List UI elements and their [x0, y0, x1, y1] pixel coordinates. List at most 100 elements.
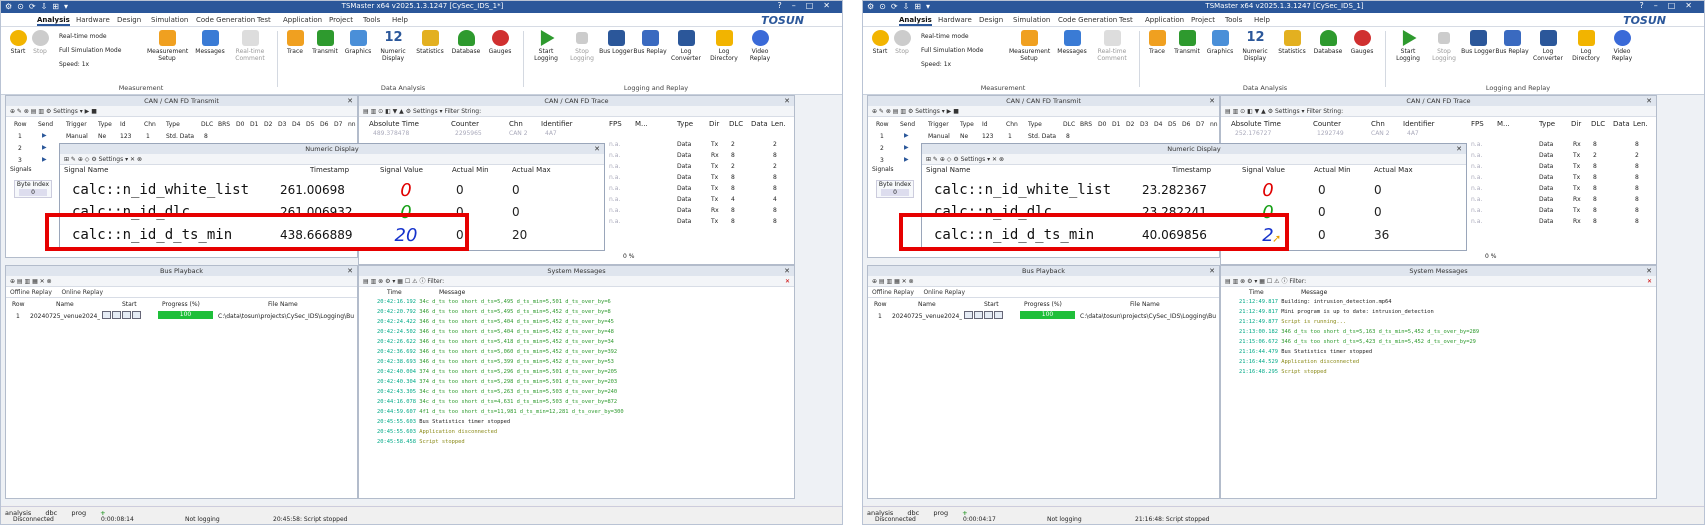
col-timestamp[interactable]: Timestamp [310, 166, 349, 174]
log-converter-button[interactable]: Log Converter [1531, 30, 1565, 62]
log-converter-button[interactable]: Log Converter [669, 30, 703, 62]
stop-button[interactable]: Stop [885, 30, 919, 55]
col-identifier[interactable]: Identifier [1403, 120, 1435, 128]
menu-test[interactable]: Test [1119, 16, 1133, 24]
col-data[interactable]: Data [1613, 120, 1630, 128]
col-signal-value[interactable]: Signal Value [380, 166, 423, 174]
row-trigger[interactable]: Manual [928, 133, 950, 140]
gauges-button[interactable]: Gauges [483, 30, 517, 55]
log-directory-button[interactable]: Log Directory [707, 30, 741, 62]
send-icon[interactable]: ▶ [904, 156, 909, 163]
close-icon[interactable]: ✕ [347, 266, 353, 276]
col-identifier[interactable]: Identifier [541, 120, 573, 128]
numeric-row[interactable]: calc::n_id_d_ts_min 438.666889 20 0 20 [64, 225, 608, 246]
col-absolute-time[interactable]: Absolute Time [369, 120, 419, 128]
numeric-row[interactable]: calc::n_id_d_ts_min 40.069856 2 0 36 [926, 225, 1470, 246]
close-icon[interactable]: ✕ [594, 144, 600, 154]
start-logging-button[interactable]: Start Logging [1391, 30, 1425, 62]
bus-replay-button[interactable]: Bus Replay [1495, 30, 1529, 55]
col-type[interactable]: Type [1539, 120, 1555, 128]
gauges-button[interactable]: Gauges [1345, 30, 1379, 55]
window-controls[interactable]: ?–□✕ [1639, 1, 1702, 10]
numeric-row[interactable]: calc::n_id_white_list 23.282367 0 0 0 [926, 180, 1470, 201]
online-replay-tab[interactable]: Online Replay [61, 289, 103, 296]
realtime-comment-button[interactable]: Real-time Comment [1093, 30, 1131, 62]
menu-analysis[interactable]: Analysis [899, 16, 932, 26]
close-icon[interactable]: ✕ [1209, 266, 1215, 276]
byte-index-value[interactable]: 0 [19, 189, 47, 196]
stop-icon[interactable] [984, 311, 993, 319]
row-trigger[interactable]: Manual [66, 133, 88, 140]
menu-design[interactable]: Design [979, 16, 1003, 24]
video-replay-button[interactable]: Video Replay [1605, 30, 1639, 62]
measurement-setup-button[interactable]: Measurement Setup [147, 30, 188, 62]
menu-simulation[interactable]: Simulation [151, 16, 188, 24]
numeric-display-button[interactable]: 12 Numeric Display [1238, 30, 1272, 62]
col-dlc[interactable]: DLC [729, 120, 743, 128]
row-id[interactable]: 123 [982, 133, 993, 140]
menu-tools[interactable]: Tools [1225, 16, 1242, 24]
bus-logger-button[interactable]: Bus Logger [599, 30, 633, 55]
realtime-comment-button[interactable]: Real-time Comment [231, 30, 269, 62]
numeric-row[interactable]: calc::n_id_white_list 261.00698 0 0 0 [64, 180, 608, 201]
tab-prog[interactable]: prog [71, 509, 86, 517]
col-signal-value[interactable]: Signal Value [1242, 166, 1285, 174]
menu-hardware[interactable]: Hardware [76, 16, 110, 24]
col-dir[interactable]: Dir [1571, 120, 1581, 128]
close-icon[interactable]: ✕ [784, 266, 790, 276]
stop-logging-button[interactable]: Stop Logging [565, 30, 599, 62]
col-counter[interactable]: Counter [1313, 120, 1341, 128]
offline-replay-tab[interactable]: Offline Replay [10, 289, 52, 296]
tab-prog[interactable]: prog [933, 509, 948, 517]
col-m[interactable]: M... [635, 120, 648, 128]
window-controls[interactable]: ?–□✕ [777, 1, 840, 10]
send-icon[interactable]: ▶ [904, 132, 909, 139]
offline-replay-tab[interactable]: Offline Replay [872, 289, 914, 296]
send-icon[interactable]: ▶ [42, 132, 47, 139]
col-dlc[interactable]: DLC [1591, 120, 1605, 128]
col-counter[interactable]: Counter [451, 120, 479, 128]
col-actual-max[interactable]: Actual Max [1374, 166, 1413, 174]
col-dir[interactable]: Dir [709, 120, 719, 128]
stop-logging-button[interactable]: Stop Logging [1427, 30, 1461, 62]
close-icon[interactable]: ✕ [1456, 144, 1462, 154]
col-type[interactable]: Type [677, 120, 693, 128]
graphics-button[interactable]: Graphics [1203, 30, 1237, 55]
col-signal-name[interactable]: Signal Name [926, 166, 970, 174]
menu-test[interactable]: Test [257, 16, 271, 24]
col-actual-min[interactable]: Actual Min [1314, 166, 1351, 174]
numeric-row[interactable]: calc::n_id_dlc 261.006932 0 0 0 [64, 202, 608, 223]
send-icon[interactable]: ▶ [904, 144, 909, 151]
col-fps[interactable]: FPS [1471, 120, 1484, 128]
messages-button[interactable]: Messages [193, 30, 227, 55]
stop-button[interactable]: Stop [23, 30, 57, 55]
statistics-button[interactable]: Statistics [413, 30, 447, 55]
signals-tab[interactable]: Signals [872, 166, 912, 173]
menu-help[interactable]: Help [392, 16, 408, 24]
col-chn[interactable]: Chn [509, 120, 523, 128]
database-button[interactable]: Database [1311, 30, 1345, 55]
menu-project[interactable]: Project [1191, 16, 1215, 24]
clear-icon[interactable]: ✕ [785, 276, 790, 287]
menu-code-generation[interactable]: Code Generation [1058, 16, 1117, 24]
col-absolute-time[interactable]: Absolute Time [1231, 120, 1281, 128]
menu-simulation[interactable]: Simulation [1013, 16, 1050, 24]
stop-icon[interactable] [122, 311, 131, 319]
menu-hardware[interactable]: Hardware [938, 16, 972, 24]
settings-label[interactable]: Settings [961, 156, 986, 163]
transmit-button[interactable]: Transmit [1170, 30, 1204, 55]
col-fps[interactable]: FPS [609, 120, 622, 128]
menu-design[interactable]: Design [117, 16, 141, 24]
col-timestamp[interactable]: Timestamp [1172, 166, 1211, 174]
col-m[interactable]: M... [1497, 120, 1510, 128]
full-simulation-toggle[interactable]: Full Simulation Mode [59, 47, 121, 54]
speed-selector[interactable]: Speed: 1x [921, 61, 951, 68]
measurement-setup-button[interactable]: Measurement Setup [1009, 30, 1050, 62]
settings-icon[interactable] [132, 311, 141, 319]
settings-label[interactable]: Settings [99, 156, 124, 163]
realtime-mode-toggle[interactable]: Real-time mode [921, 33, 969, 40]
close-icon[interactable]: ✕ [784, 96, 790, 106]
trace-button[interactable]: Trace [278, 30, 312, 55]
transmit-button[interactable]: Transmit [308, 30, 342, 55]
menu-help[interactable]: Help [1254, 16, 1270, 24]
